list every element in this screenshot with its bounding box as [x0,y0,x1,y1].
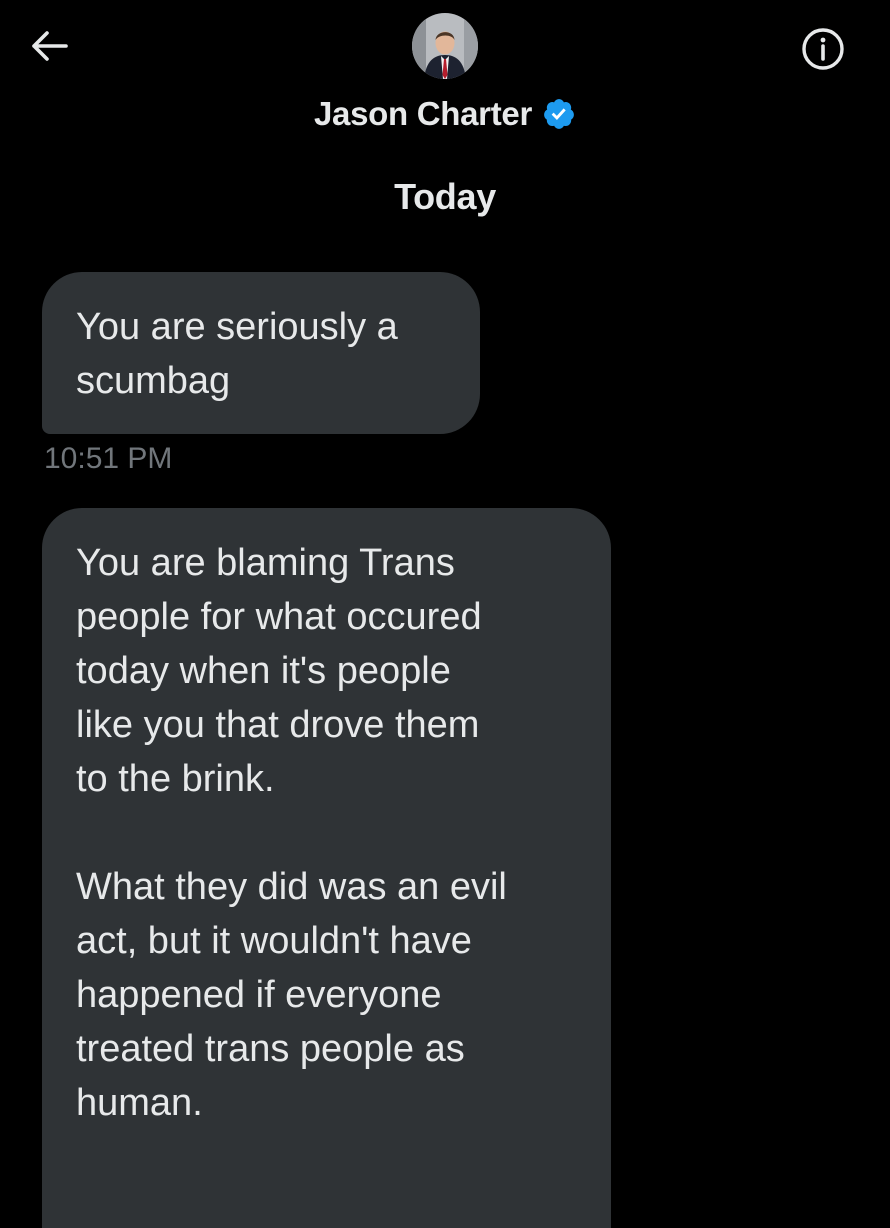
info-button[interactable] [800,26,846,72]
message-bubble[interactable]: You are blaming Trans people for what oc… [42,508,611,1228]
verified-badge-icon [544,99,574,129]
date-divider: Today [394,176,496,217]
message-timestamp: 10:51 PM [44,442,173,475]
arrow-left-icon [32,31,68,61]
info-circle-icon [802,28,844,70]
message-bubble[interactable]: You are seriously a scumbag [42,272,480,434]
contact-header[interactable]: Jason Charter [0,94,890,134]
avatar[interactable] [412,13,478,79]
contact-name: Jason Charter [313,95,532,132]
back-button[interactable] [28,26,72,66]
avatar-photo [412,13,478,79]
